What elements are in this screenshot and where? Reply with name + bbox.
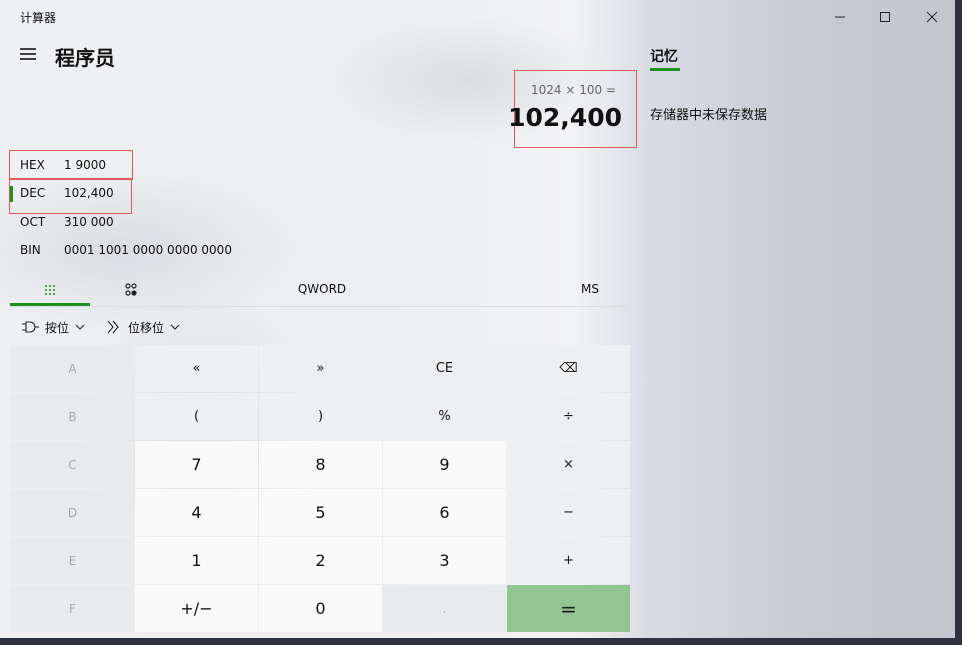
radix-label: BIN bbox=[20, 243, 41, 257]
key-0[interactable]: 0 bbox=[259, 585, 382, 632]
window-title: 计算器 bbox=[20, 11, 57, 25]
calculator-window: 计算器 程序员 1024 × 100 = 102,400 HEX 1 9000 … bbox=[0, 0, 955, 638]
key-a[interactable]: A bbox=[11, 345, 134, 392]
bitwise-dropdown[interactable]: 按位 bbox=[20, 316, 85, 338]
key-e[interactable]: E bbox=[11, 537, 134, 584]
radix-value: 0001 1001 0000 0000 0000 bbox=[64, 243, 232, 257]
expression-display: 1024 × 100 = bbox=[531, 83, 616, 97]
result-display: 102,400 bbox=[508, 103, 622, 132]
key-open-paren[interactable]: ( bbox=[135, 393, 258, 440]
mode-title: 程序员 bbox=[55, 46, 115, 70]
key-backspace[interactable]: ⌫ bbox=[507, 345, 630, 392]
display-highlight-box: 1024 × 100 = 102,400 bbox=[508, 70, 637, 148]
memory-tab[interactable]: 记忆 bbox=[650, 46, 678, 66]
close-icon bbox=[926, 11, 938, 23]
memory-store-button[interactable]: MS bbox=[560, 274, 620, 304]
hex-highlight-box bbox=[9, 150, 133, 180]
keypad-grid-icon bbox=[45, 285, 55, 295]
memory-tab-underline bbox=[650, 68, 680, 71]
title-bar[interactable]: 计算器 bbox=[0, 0, 955, 34]
logic-gate-icon bbox=[22, 321, 39, 333]
key-decimal[interactable]: . bbox=[383, 585, 506, 632]
key-5[interactable]: 5 bbox=[259, 489, 382, 536]
minimize-icon bbox=[835, 16, 845, 18]
key-negate[interactable]: +/− bbox=[135, 585, 258, 632]
bit-toggle-icon bbox=[125, 283, 137, 296]
dec-highlight-box bbox=[9, 178, 132, 214]
memory-empty-message: 存储器中未保存数据 bbox=[650, 108, 768, 123]
key-subtract[interactable]: − bbox=[507, 489, 630, 536]
chevron-down-icon bbox=[75, 324, 85, 330]
keypad: A « » CE ⌫ B ( ) % ÷ C 7 8 9 × D 4 5 6 −… bbox=[11, 345, 631, 634]
key-equals[interactable]: = bbox=[507, 585, 630, 632]
key-clear-entry[interactable]: CE bbox=[383, 345, 506, 392]
key-divide[interactable]: ÷ bbox=[507, 393, 630, 440]
tab-bit-toggle[interactable] bbox=[112, 274, 150, 306]
key-7[interactable]: 7 bbox=[135, 441, 258, 488]
minimize-button[interactable] bbox=[817, 0, 863, 34]
background-desktop bbox=[955, 0, 962, 645]
key-4[interactable]: 4 bbox=[135, 489, 258, 536]
key-c[interactable]: C bbox=[11, 441, 134, 488]
background-desktop-bottom bbox=[0, 638, 962, 645]
radix-row-bin[interactable]: BIN 0001 1001 0000 0000 0000 bbox=[10, 236, 310, 264]
key-shift-left[interactable]: « bbox=[135, 345, 258, 392]
toolbar-divider bbox=[10, 306, 630, 307]
radix-label: OCT bbox=[20, 215, 46, 229]
key-8[interactable]: 8 bbox=[259, 441, 382, 488]
key-3[interactable]: 3 bbox=[383, 537, 506, 584]
key-2[interactable]: 2 bbox=[259, 537, 382, 584]
key-multiply[interactable]: × bbox=[507, 441, 630, 488]
key-close-paren[interactable]: ) bbox=[259, 393, 382, 440]
bitshift-label: 位移位 bbox=[128, 320, 165, 335]
key-shift-right[interactable]: » bbox=[259, 345, 382, 392]
maximize-button[interactable] bbox=[862, 0, 908, 34]
hamburger-icon bbox=[20, 48, 36, 60]
key-9[interactable]: 9 bbox=[383, 441, 506, 488]
bit-shift-icon bbox=[107, 320, 119, 334]
chevron-down-icon bbox=[170, 324, 180, 330]
key-d[interactable]: D bbox=[11, 489, 134, 536]
maximize-icon bbox=[880, 12, 890, 22]
word-size-button[interactable]: QWORD bbox=[262, 274, 382, 304]
key-1[interactable]: 1 bbox=[135, 537, 258, 584]
navigation-menu-button[interactable] bbox=[18, 44, 38, 64]
close-button[interactable] bbox=[909, 0, 955, 34]
key-modulo[interactable]: % bbox=[383, 393, 506, 440]
key-b[interactable]: B bbox=[11, 393, 134, 440]
key-6[interactable]: 6 bbox=[383, 489, 506, 536]
key-add[interactable]: + bbox=[507, 537, 630, 584]
key-f[interactable]: F bbox=[11, 585, 134, 632]
tab-full-keypad[interactable] bbox=[10, 274, 90, 306]
radix-value: 310 000 bbox=[64, 215, 114, 229]
bitwise-label: 按位 bbox=[45, 320, 70, 335]
bitshift-dropdown[interactable]: 位移位 bbox=[106, 316, 180, 338]
